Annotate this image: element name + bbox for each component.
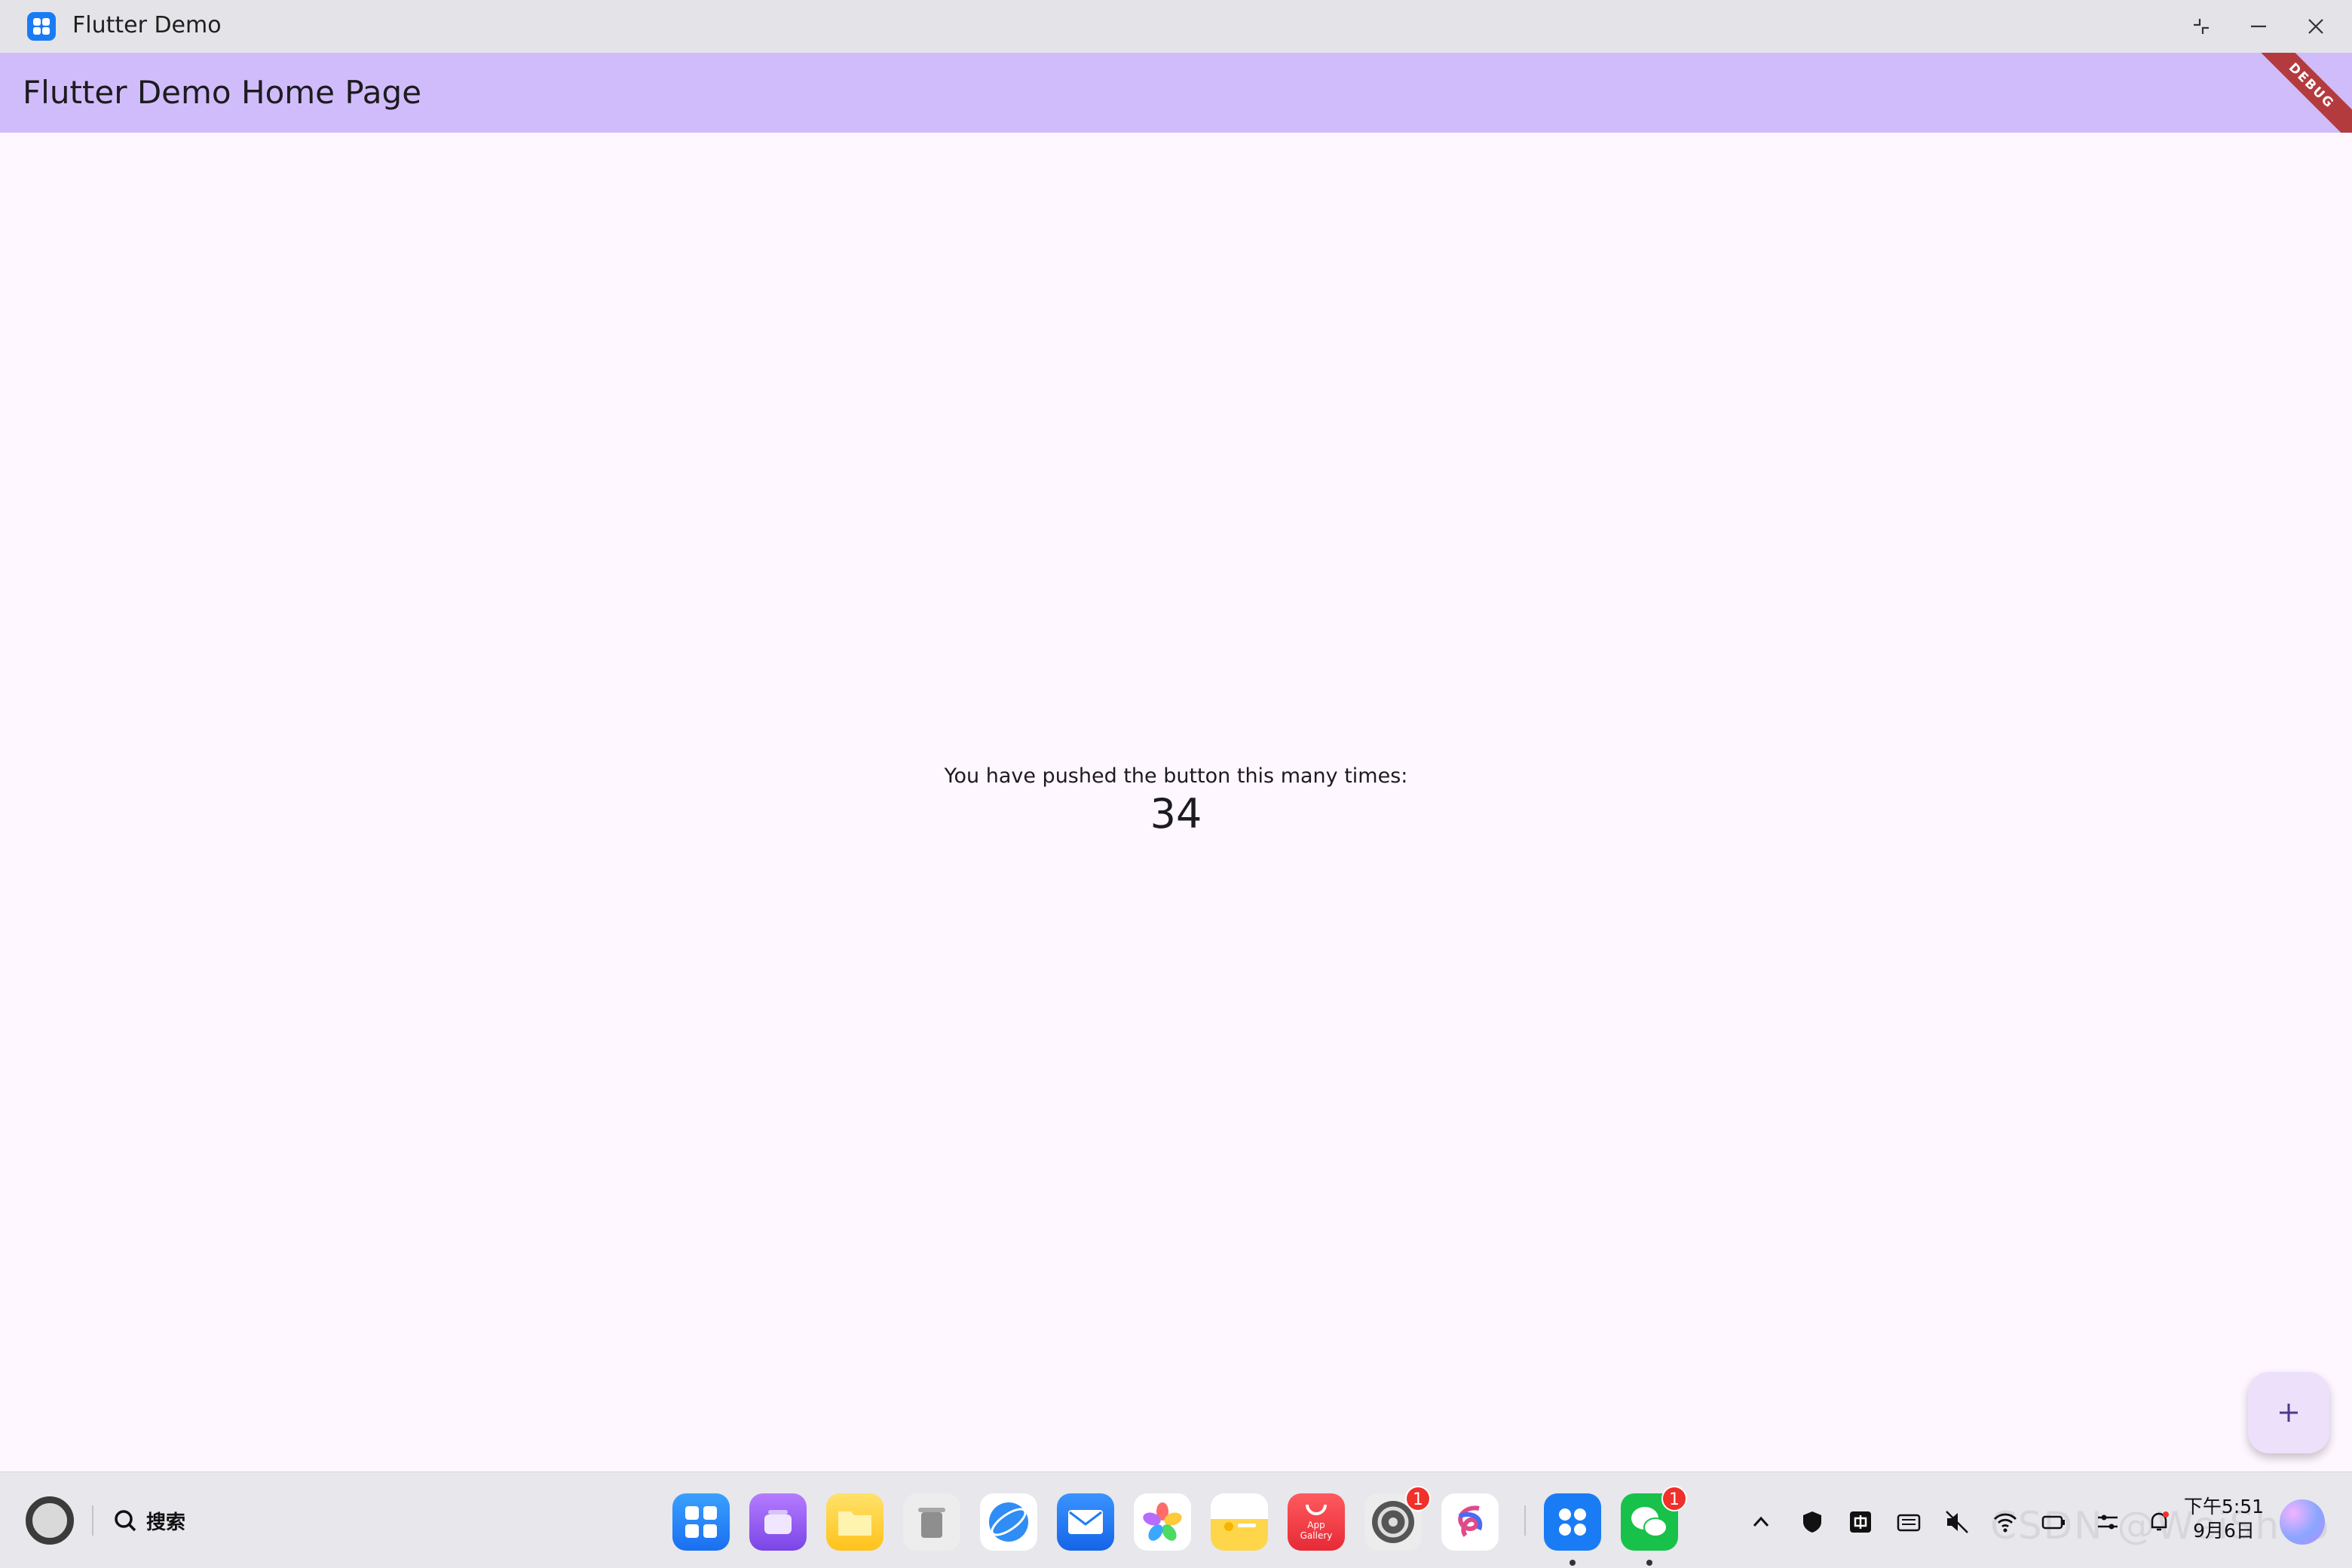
- increment-fab-button[interactable]: [2248, 1372, 2329, 1453]
- close-icon: [2308, 19, 2323, 34]
- running-indicator: [1646, 1560, 1652, 1566]
- app-icon: [27, 12, 56, 41]
- shield-icon[interactable]: [1797, 1507, 1827, 1537]
- clock-time: 下午5:51: [2183, 1496, 2265, 1517]
- app-bar: Flutter Demo Home Page DEBUG: [0, 53, 2352, 133]
- chevron-up-icon[interactable]: [1746, 1507, 1776, 1537]
- files-icon[interactable]: [826, 1493, 884, 1551]
- search-button[interactable]: 搜索: [112, 1502, 185, 1539]
- page-title: Flutter Demo Home Page: [23, 74, 422, 111]
- assistant-orb-icon[interactable]: [2280, 1499, 2325, 1545]
- restore-button[interactable]: [2180, 8, 2222, 45]
- browser-icon[interactable]: [980, 1493, 1037, 1551]
- controls-icon[interactable]: [2093, 1507, 2123, 1537]
- counter-label: You have pushed the button this many tim…: [944, 764, 1408, 788]
- gallery-icon[interactable]: [1134, 1493, 1191, 1551]
- clock-date: 9月6日: [2193, 1520, 2255, 1542]
- dock-divider: [1524, 1505, 1526, 1536]
- multi-window-icon[interactable]: [749, 1493, 807, 1551]
- assistant-app-icon[interactable]: [1441, 1493, 1499, 1551]
- app-gallery-label: App Gallery: [1300, 1520, 1333, 1541]
- ime-icon[interactable]: [1845, 1507, 1876, 1537]
- battery-icon[interactable]: [2038, 1507, 2069, 1537]
- taskbar-divider: [92, 1505, 93, 1536]
- notification-icon[interactable]: [2144, 1507, 2174, 1537]
- keyboard-icon[interactable]: [1894, 1507, 1924, 1537]
- minimize-button[interactable]: [2237, 8, 2280, 45]
- window-title: Flutter Demo: [72, 12, 222, 38]
- start-button[interactable]: [26, 1496, 74, 1545]
- window-titlebar: Flutter Demo: [0, 0, 2352, 53]
- debug-banner: DEBUG: [2243, 53, 2352, 133]
- plus-icon: [2280, 1404, 2298, 1422]
- settings-badge: 1: [1405, 1486, 1431, 1511]
- wechat-icon[interactable]: 1: [1621, 1486, 1687, 1551]
- trash-icon[interactable]: [903, 1493, 960, 1551]
- running-indicator: [1570, 1560, 1576, 1566]
- system-clock[interactable]: 下午5:51 9月6日: [2179, 1495, 2269, 1543]
- wechat-badge: 1: [1661, 1486, 1687, 1511]
- app-body: You have pushed the button this many tim…: [0, 133, 2352, 1472]
- flutter-demo-icon[interactable]: [1544, 1493, 1601, 1551]
- app-gallery-icon[interactable]: App Gallery: [1288, 1493, 1345, 1551]
- restore-icon: [2194, 19, 2209, 34]
- minimize-icon: [2251, 25, 2266, 28]
- volume-muted-icon[interactable]: [1942, 1507, 1972, 1537]
- search-icon: [115, 1510, 136, 1532]
- counter-value: 34: [1150, 790, 1202, 838]
- notes-icon[interactable]: [1211, 1493, 1268, 1551]
- settings-icon[interactable]: 1: [1364, 1486, 1431, 1551]
- taskbar: CSDN @WeiShuo 搜索 App Gallery 1 1 下午5:51 …: [0, 1472, 2352, 1568]
- mail-icon[interactable]: [1057, 1493, 1114, 1551]
- app-center-icon[interactable]: [672, 1493, 730, 1551]
- close-button[interactable]: [2295, 8, 2337, 45]
- search-label: 搜索: [146, 1511, 186, 1534]
- wifi-icon[interactable]: [1990, 1507, 2020, 1537]
